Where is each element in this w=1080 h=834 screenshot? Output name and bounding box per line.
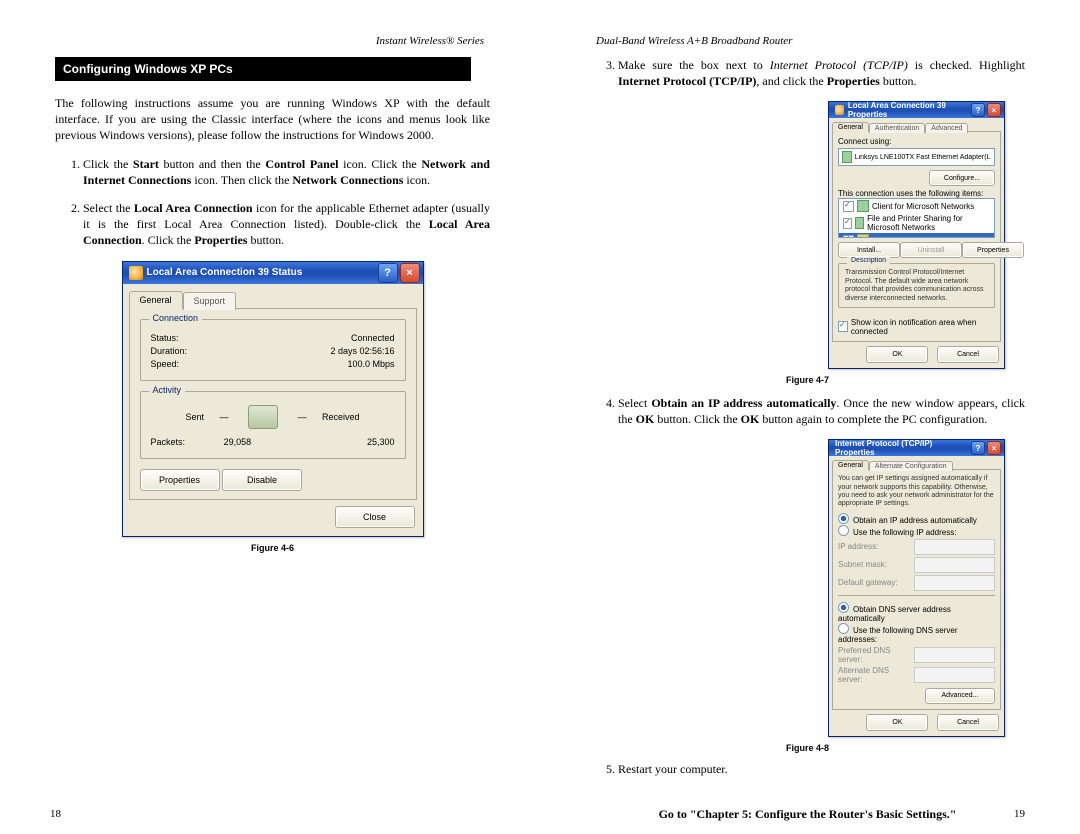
status-dialog: Local Area Connection 39 Status ? × Gene… bbox=[122, 261, 424, 537]
step-2: Select the Local Area Connection icon fo… bbox=[83, 200, 490, 249]
radio-obtain-dns[interactable]: Obtain DNS server address automatically bbox=[838, 602, 995, 623]
figure-4-8-caption: Figure 4-8 bbox=[590, 743, 1025, 753]
close-button[interactable]: × bbox=[987, 441, 1001, 455]
ip-address-field bbox=[914, 539, 995, 555]
group-activity: Activity bbox=[149, 385, 186, 395]
close-dialog-button[interactable]: Close bbox=[335, 506, 415, 528]
gateway-field bbox=[914, 575, 995, 591]
ok-button[interactable]: OK bbox=[866, 346, 928, 363]
step-4: Select Obtain an IP address automaticall… bbox=[618, 395, 1025, 427]
network-icon bbox=[835, 105, 844, 115]
step-5: Restart your computer. bbox=[618, 761, 1025, 777]
tab-alternate[interactable]: Alternate Configuration bbox=[869, 461, 953, 471]
list-item[interactable]: File and Printer Sharing for Microsoft N… bbox=[839, 213, 994, 233]
install-button[interactable]: Install... bbox=[838, 242, 900, 258]
radio-use-ip[interactable]: Use the following IP address: bbox=[838, 525, 995, 537]
close-button[interactable]: × bbox=[987, 103, 1001, 117]
step-3: Make sure the box next to Internet Proto… bbox=[618, 57, 1025, 89]
tab-advanced[interactable]: Advanced bbox=[925, 123, 968, 133]
dialog-title: Local Area Connection 39 Status bbox=[147, 267, 303, 278]
properties-button[interactable]: Properties bbox=[962, 242, 1024, 258]
ok-button[interactable]: OK bbox=[866, 714, 928, 731]
preferred-dns-field bbox=[914, 647, 995, 663]
tab-general[interactable]: General bbox=[129, 291, 183, 309]
figure-4-6-caption: Figure 4-6 bbox=[55, 543, 490, 553]
help-button[interactable]: ? bbox=[971, 103, 985, 117]
configure-button[interactable]: Configure... bbox=[929, 170, 995, 186]
subnet-mask-field bbox=[914, 557, 995, 573]
alternate-dns-field bbox=[914, 667, 995, 683]
list-item-tcpip[interactable]: Internet Protocol (TCP/IP) bbox=[839, 233, 994, 238]
page-header-left: Instant Wireless® Series bbox=[55, 35, 490, 47]
intro-paragraph: The following instructions assume you ar… bbox=[55, 95, 490, 144]
goto-chapter-5: Go to "Chapter 5: Configure the Router's… bbox=[590, 807, 1025, 822]
uninstall-button[interactable]: Uninstall bbox=[900, 242, 962, 258]
cancel-button[interactable]: Cancel bbox=[937, 346, 999, 363]
cancel-button[interactable]: Cancel bbox=[937, 714, 999, 731]
tab-support[interactable]: Support bbox=[183, 292, 237, 310]
radio-use-dns[interactable]: Use the following DNS server addresses: bbox=[838, 623, 995, 644]
tab-authentication[interactable]: Authentication bbox=[869, 123, 925, 133]
figure-4-7-caption: Figure 4-7 bbox=[590, 375, 1025, 385]
disable-button[interactable]: Disable bbox=[222, 469, 302, 491]
properties-button[interactable]: Properties bbox=[140, 469, 220, 491]
show-icon-checkbox[interactable]: Show icon in notification area when conn… bbox=[838, 318, 995, 336]
computer-icon bbox=[248, 405, 278, 429]
step-1: Click the Start button and then the Cont… bbox=[83, 156, 490, 188]
page-number: 19 bbox=[1014, 808, 1025, 820]
properties-dialog: Local Area Connection 39 Properties ? × … bbox=[828, 101, 1005, 369]
page-header-right: Dual-Band Wireless A+B Broadband Router bbox=[590, 35, 1025, 47]
advanced-button[interactable]: Advanced... bbox=[925, 688, 995, 704]
list-item[interactable]: Client for Microsoft Networks bbox=[839, 199, 994, 213]
close-button[interactable]: × bbox=[400, 263, 420, 283]
tcpip-properties-dialog: Internet Protocol (TCP/IP) Properties ? … bbox=[828, 439, 1005, 737]
section-heading: Configuring Windows XP PCs bbox=[55, 57, 471, 81]
adapter-icon bbox=[842, 151, 852, 163]
group-connection: Connection bbox=[149, 313, 203, 323]
radio-obtain-ip[interactable]: Obtain an IP address automatically bbox=[838, 513, 995, 525]
dialog-title: Internet Protocol (TCP/IP) Properties bbox=[835, 439, 971, 457]
tab-general[interactable]: General bbox=[832, 460, 869, 470]
help-button[interactable]: ? bbox=[971, 441, 985, 455]
tab-general[interactable]: General bbox=[832, 122, 869, 132]
page-number: 18 bbox=[50, 808, 61, 820]
help-button[interactable]: ? bbox=[378, 263, 398, 283]
dialog-title: Local Area Connection 39 Properties bbox=[848, 101, 971, 119]
network-icon bbox=[129, 266, 143, 280]
